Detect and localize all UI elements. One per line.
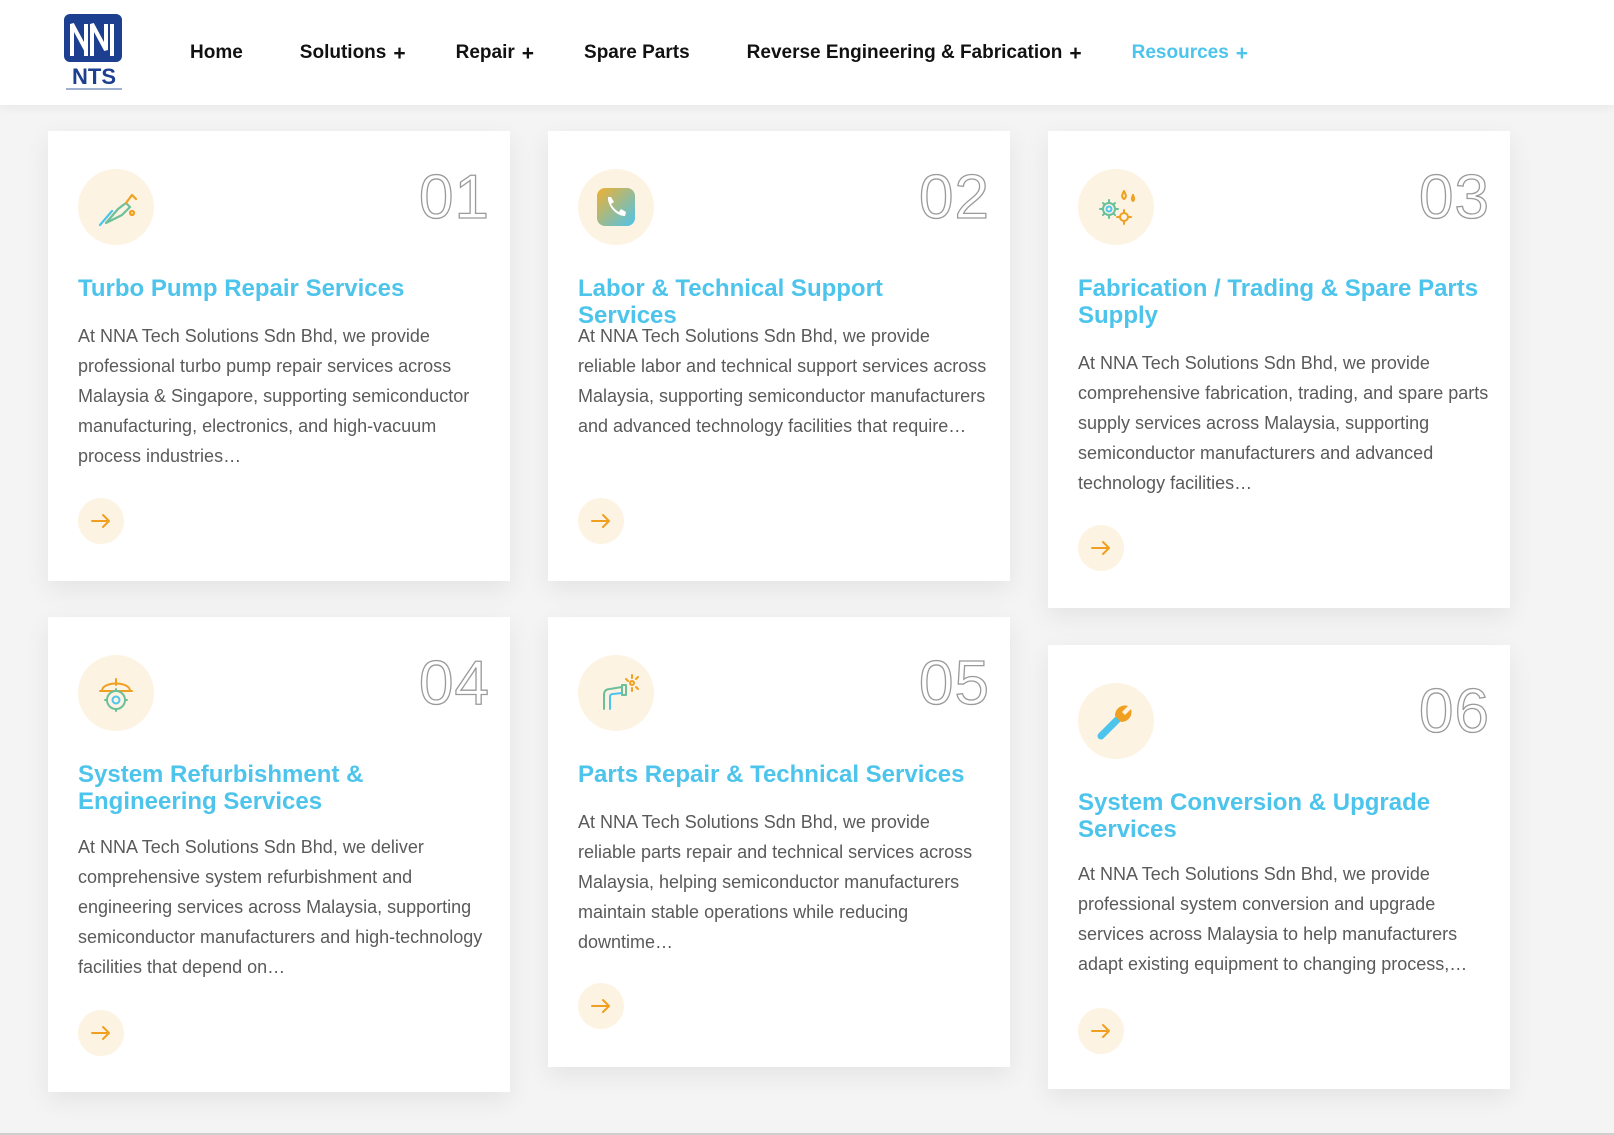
- service-card: 03 Fabrication / Trading & Spare Parts S…: [1048, 131, 1510, 608]
- card-number: 06: [1418, 677, 1490, 746]
- expand-plus-icon: +: [1235, 41, 1249, 65]
- nav-reverse-engineering[interactable]: Reverse Engineering & Fabrication +: [747, 42, 1082, 64]
- card-title[interactable]: Turbo Pump Repair Services: [78, 275, 488, 302]
- service-card: 06 System Conversion & Upgrade Services …: [1048, 645, 1510, 1089]
- card-title[interactable]: Fabrication / Trading & Spare Parts Supp…: [1078, 275, 1488, 329]
- service-card: 05 Parts Repair & Technical Services At …: [548, 617, 1010, 1067]
- expand-plus-icon: +: [521, 41, 535, 65]
- read-more-button[interactable]: [578, 983, 624, 1029]
- card-description: At NNA Tech Solutions Sdn Bhd, we provid…: [1078, 864, 1468, 974]
- arrow-right-icon: [1091, 1024, 1110, 1038]
- arrow-right-icon: [591, 999, 610, 1013]
- site-header: NTS Home Solutions + Repair + Spare Parts …: [0, 0, 1614, 105]
- arrow-right-icon: [1091, 541, 1110, 555]
- card-description: At NNA Tech Solutions Sdn Bhd, we provid…: [578, 812, 973, 952]
- card-number: 02: [918, 163, 990, 232]
- arrow-right-icon: [91, 1026, 110, 1040]
- welding-torch-icon: [578, 655, 654, 731]
- card-description: At NNA Tech Solutions Sdn Bhd, we provid…: [78, 326, 470, 466]
- wrench-icon: [1078, 683, 1154, 759]
- service-card: 02 Labor & Technical Support Services At…: [548, 131, 1010, 581]
- read-more-button[interactable]: [78, 1010, 124, 1056]
- nav-resources[interactable]: Resources +: [1132, 42, 1248, 64]
- gears-oil-icon: [1078, 169, 1154, 245]
- read-more-button[interactable]: [1078, 525, 1124, 571]
- read-more-button[interactable]: [578, 498, 624, 544]
- fuel-nozzle-icon: [78, 169, 154, 245]
- arrow-right-icon: [591, 514, 610, 528]
- nts-logo[interactable]: NTS: [62, 12, 128, 94]
- card-description: At NNA Tech Solutions Sdn Bhd, we provid…: [578, 326, 987, 436]
- card-title[interactable]: System Conversion & Upgrade Services: [1078, 789, 1488, 843]
- service-card: 01 Turbo Pump Repair Services At NNA Tec…: [48, 131, 510, 581]
- expand-plus-icon: +: [393, 41, 406, 65]
- nav-home[interactable]: Home: [190, 42, 250, 64]
- phone-icon: [578, 169, 654, 245]
- read-more-button[interactable]: [1078, 1008, 1124, 1054]
- nav-solutions[interactable]: Solutions +: [300, 42, 406, 64]
- engineer-helmet-icon: [78, 655, 154, 731]
- card-description: At NNA Tech Solutions Sdn Bhd, we provid…: [1078, 353, 1489, 493]
- main-nav: Home Solutions + Repair + Spare Parts Reve…: [190, 38, 1298, 68]
- nav-repair[interactable]: Repair +: [456, 42, 534, 64]
- nav-spare-parts[interactable]: Spare Parts: [584, 42, 697, 64]
- card-title[interactable]: Parts Repair & Technical Services: [578, 761, 988, 788]
- card-number: 04: [418, 649, 490, 718]
- read-more-button[interactable]: [78, 498, 124, 544]
- card-number: 01: [418, 163, 490, 232]
- card-description: At NNA Tech Solutions Sdn Bhd, we delive…: [78, 837, 483, 977]
- card-number: 03: [1418, 163, 1490, 232]
- card-number: 05: [918, 649, 990, 718]
- arrow-right-icon: [91, 514, 110, 528]
- logo-text: NTS: [72, 64, 116, 89]
- service-card: 04 System Refurbishment & Engineering Se…: [48, 617, 510, 1092]
- expand-plus-icon: +: [1069, 41, 1082, 65]
- card-title[interactable]: System Refurbishment & Engineering Servi…: [78, 761, 488, 815]
